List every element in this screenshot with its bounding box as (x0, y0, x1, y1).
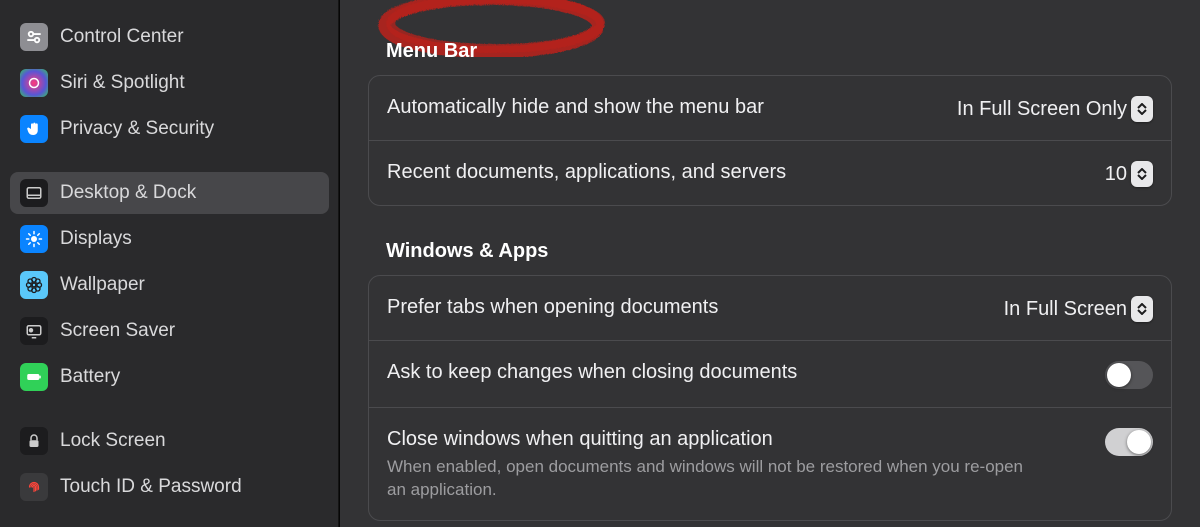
section-title-menubar: Menu Bar (386, 40, 1172, 63)
row-label: Recent documents, applications, and serv… (387, 159, 786, 185)
row-ask-keep-changes: Ask to keep changes when closing documen… (369, 340, 1171, 407)
row-description: When enabled, open documents and windows… (387, 456, 1027, 502)
row-label: Ask to keep changes when closing documen… (387, 359, 797, 385)
select-value: In Full Screen (1004, 298, 1127, 321)
sidebar-item-lock-screen[interactable]: Lock Screen (10, 420, 329, 462)
sidebar-item-label: Battery (60, 366, 120, 388)
dock-icon (20, 179, 48, 207)
card-menubar: Automatically hide and show the menu bar… (368, 75, 1172, 206)
row-prefer-tabs: Prefer tabs when opening documents In Fu… (369, 276, 1171, 340)
sidebar-item-label: Touch ID & Password (60, 476, 242, 498)
toggle-close-windows-quit[interactable] (1105, 428, 1153, 456)
sidebar-item-battery[interactable]: Battery (10, 356, 329, 398)
sidebar-item-displays[interactable]: Displays (10, 218, 329, 260)
flower-icon (20, 271, 48, 299)
brightness-icon (20, 225, 48, 253)
sidebar-item-privacy-security[interactable]: Privacy & Security (10, 108, 329, 150)
sidebar-item-label: Screen Saver (60, 320, 175, 342)
row-recent-items: Recent documents, applications, and serv… (369, 140, 1171, 205)
sidebar-item-control-center[interactable]: Control Center (10, 16, 329, 58)
select-value: In Full Screen Only (957, 98, 1127, 121)
sidebar-item-siri-spotlight[interactable]: Siri & Spotlight (10, 62, 329, 104)
main-pane: Menu Bar Automatically hide and show the… (340, 0, 1200, 527)
sidebar-item-touch-id[interactable]: Touch ID & Password (10, 466, 329, 508)
screensaver-icon (20, 317, 48, 345)
toggles-icon (20, 23, 48, 51)
sidebar-item-label: Control Center (60, 26, 184, 48)
sidebar-item-label: Wallpaper (60, 274, 145, 296)
row-label: Close windows when quitting an applicati… (387, 426, 1027, 452)
popup-stepper-tabs[interactable] (1131, 296, 1153, 322)
select-value: 10 (1105, 163, 1127, 186)
row-label: Automatically hide and show the menu bar (387, 94, 764, 120)
sidebar-item-screen-saver[interactable]: Screen Saver (10, 310, 329, 352)
toggle-ask-keep-changes[interactable] (1105, 361, 1153, 389)
sidebar-item-label: Siri & Spotlight (60, 72, 185, 94)
sidebar-item-label: Privacy & Security (60, 118, 214, 140)
fingerprint-icon (20, 473, 48, 501)
lock-icon (20, 427, 48, 455)
sidebar: Control Center Siri & Spotlight Privacy … (0, 0, 340, 527)
siri-icon (20, 69, 48, 97)
sidebar-item-label: Desktop & Dock (60, 182, 196, 204)
hand-icon (20, 115, 48, 143)
popup-stepper-recent[interactable] (1131, 161, 1153, 187)
row-close-windows-quit: Close windows when quitting an applicati… (369, 407, 1171, 520)
sidebar-item-label: Displays (60, 228, 132, 250)
row-autohide-menubar: Automatically hide and show the menu bar… (369, 76, 1171, 140)
section-title-windows: Windows & Apps (386, 240, 1172, 263)
battery-icon (20, 363, 48, 391)
sidebar-item-wallpaper[interactable]: Wallpaper (10, 264, 329, 306)
card-windows-apps: Prefer tabs when opening documents In Fu… (368, 275, 1172, 521)
row-label: Prefer tabs when opening documents (387, 294, 718, 320)
popup-stepper-autohide[interactable] (1131, 96, 1153, 122)
sidebar-item-label: Lock Screen (60, 430, 166, 452)
sidebar-item-desktop-dock[interactable]: Desktop & Dock (10, 172, 329, 214)
